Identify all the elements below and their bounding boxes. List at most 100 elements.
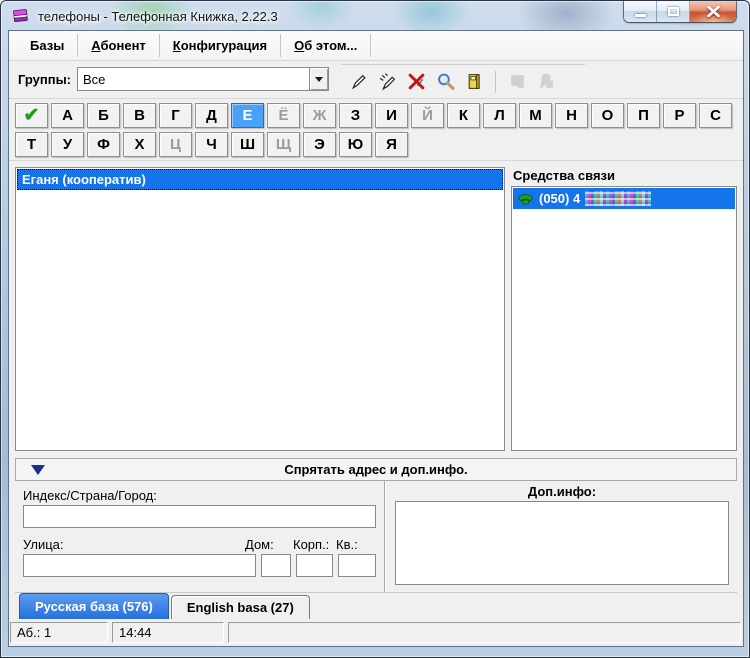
- letter-filter-button[interactable]: А: [51, 102, 84, 128]
- contacts-title: Средства связи: [513, 167, 615, 183]
- phonebook-cardfile-button[interactable]: [461, 69, 487, 95]
- letter-filter-button[interactable]: И: [375, 102, 408, 128]
- contact-list-item[interactable]: (050) 4: [513, 187, 735, 209]
- hide-details-label: Спрятать адрес и доп.инфо.: [284, 462, 468, 478]
- status-message: [228, 621, 741, 643]
- close-icon: [706, 6, 720, 17]
- extra-info-textarea[interactable]: [395, 501, 729, 585]
- gray-silhouette-icon: [510, 75, 524, 89]
- menu-item[interactable]: Абонент: [78, 33, 160, 57]
- disabled-tool-button-1: [504, 69, 530, 95]
- edit-record-button[interactable]: [374, 69, 400, 95]
- letter-filter-button[interactable]: У: [51, 131, 84, 157]
- censored-phone-digits: [585, 190, 652, 206]
- client-area: Базы Абонент Конфигурация Об этом... Группы…: [9, 31, 743, 646]
- letter-filter-button[interactable]: Щ: [267, 131, 300, 157]
- letter-filter-button[interactable]: К: [447, 102, 480, 128]
- street-house-labels: Улица: Дом: Корп.: Кв.:: [23, 537, 376, 552]
- letter-filter-button[interactable]: М: [519, 102, 552, 128]
- status-abonent-count: Аб.: 1: [10, 621, 108, 643]
- letter-filter-button[interactable]: Л: [483, 102, 516, 128]
- letter-filter-button[interactable]: Й: [411, 102, 444, 128]
- delete-record-button[interactable]: [403, 69, 429, 95]
- letter-filter-button[interactable]: Э: [303, 131, 336, 157]
- menu-item[interactable]: Базы: [17, 33, 79, 57]
- show-all-check-button[interactable]: ✔: [15, 102, 48, 128]
- apartment-label: Кв.:: [336, 537, 358, 553]
- phone-icon: [518, 194, 533, 205]
- contacts-list[interactable]: (050) 4: [511, 185, 737, 452]
- letter-filter-button[interactable]: Х: [123, 131, 156, 157]
- maximize-button[interactable]: [657, 1, 690, 22]
- letter-filter-button[interactable]: Ж: [303, 102, 336, 128]
- abonent-list-item[interactable]: Еганя (кооператив): [17, 168, 503, 190]
- street-input[interactable]: [23, 554, 256, 578]
- house-label: Дом:: [245, 537, 274, 553]
- gray-figure-icon: [539, 74, 553, 89]
- window-controls: [624, 1, 736, 22]
- titlebar: телефоны - Телефонная Книжка, 2.22.3: [1, 1, 749, 31]
- extra-info-panel: Доп.инфо:: [385, 481, 737, 592]
- letter-filter-button[interactable]: Г: [159, 102, 192, 128]
- triangle-down-icon: [31, 465, 45, 476]
- letter-filter-button[interactable]: Ч: [195, 131, 228, 157]
- letter-filter-button[interactable]: О: [591, 102, 624, 128]
- combobox-dropdown-button[interactable]: [309, 68, 329, 91]
- letter-filter-button[interactable]: П: [627, 102, 660, 128]
- letter-filter-button[interactable]: Ц: [159, 131, 192, 157]
- contacts-panel: Средства связи (050) 4: [511, 167, 737, 452]
- menu-item[interactable]: Конфигурация: [160, 33, 282, 57]
- menu-item[interactable]: Об этом...: [281, 33, 372, 57]
- minimize-icon: [634, 14, 646, 17]
- letter-filter-button[interactable]: Е: [231, 102, 264, 128]
- letter-filter-button[interactable]: В: [123, 102, 156, 128]
- main-area: Еганя (кооператив) Средства связи (050) …: [9, 161, 743, 454]
- index-country-city-input[interactable]: [23, 505, 376, 529]
- letter-filter-button[interactable]: Б: [87, 102, 120, 128]
- letter-filter-button[interactable]: Н: [555, 102, 588, 128]
- letter-filter-button[interactable]: Т: [15, 131, 48, 157]
- letter-filter-button[interactable]: Ш: [231, 131, 264, 157]
- cardfile-icon: [468, 74, 480, 90]
- alphabet-row-2: ТУФХЦЧШЩЭЮЯ: [15, 131, 743, 157]
- house-input[interactable]: [261, 554, 291, 578]
- add-record-button[interactable]: [345, 69, 371, 95]
- letter-filter-button[interactable]: Я: [375, 131, 408, 157]
- groups-label: Группы:: [18, 71, 72, 87]
- toolbar-separator: [495, 70, 497, 93]
- letter-filter-button[interactable]: З: [339, 102, 372, 128]
- pen-icon: [351, 75, 366, 90]
- abonent-list[interactable]: Еганя (кооператив): [15, 166, 505, 452]
- letter-filter-button[interactable]: Р: [663, 102, 696, 128]
- apartment-input[interactable]: [338, 554, 376, 578]
- building-label: Корп.:: [293, 537, 330, 553]
- letter-filter-button[interactable]: Ф: [87, 131, 120, 157]
- menu-bar: Базы Абонент Конфигурация Об этом...: [9, 31, 743, 61]
- alphabet-filter: ✔ АБВГДЕЁЖЗИЙКЛМНОПРС ТУФХЦЧШЩЭЮЯ: [9, 99, 743, 161]
- toolbar-icons: [341, 63, 586, 95]
- maximize-icon: [667, 7, 679, 16]
- search-icon: [437, 73, 454, 91]
- letter-filter-button[interactable]: Ю: [339, 131, 372, 157]
- minimize-button[interactable]: [624, 1, 657, 22]
- database-tabs: Русская база (576) English basa (27): [9, 592, 743, 619]
- tab-english-base[interactable]: English basa (27): [170, 594, 310, 619]
- details-section: Индекс/Страна/Город: Улица: Дом: Корп.: …: [15, 481, 737, 593]
- alphabet-row-1: ✔ АБВГДЕЁЖЗИЙКЛМНОПРС: [15, 102, 743, 128]
- toolbar: Группы: Все: [9, 61, 743, 99]
- tab-russian-base[interactable]: Русская база (576): [19, 592, 169, 619]
- letter-filter-button[interactable]: С: [699, 102, 732, 128]
- street-label: Улица:: [23, 537, 64, 553]
- extra-info-label: Доп.инфо:: [527, 484, 597, 500]
- phonebook-app-icon: [13, 9, 28, 23]
- letter-filter-button[interactable]: Ё: [267, 102, 300, 128]
- hide-details-bar[interactable]: Спрятать адрес и доп.инфо.: [15, 458, 737, 482]
- close-button[interactable]: [690, 1, 736, 22]
- window-title: телефоны - Телефонная Книжка, 2.22.3: [38, 8, 278, 24]
- search-button[interactable]: [432, 69, 458, 95]
- building-input[interactable]: [296, 554, 333, 578]
- groups-combobox[interactable]: Все: [77, 67, 330, 92]
- status-clock: 14:44: [112, 621, 224, 643]
- chevron-down-icon: [315, 77, 324, 86]
- letter-filter-button[interactable]: Д: [195, 102, 228, 128]
